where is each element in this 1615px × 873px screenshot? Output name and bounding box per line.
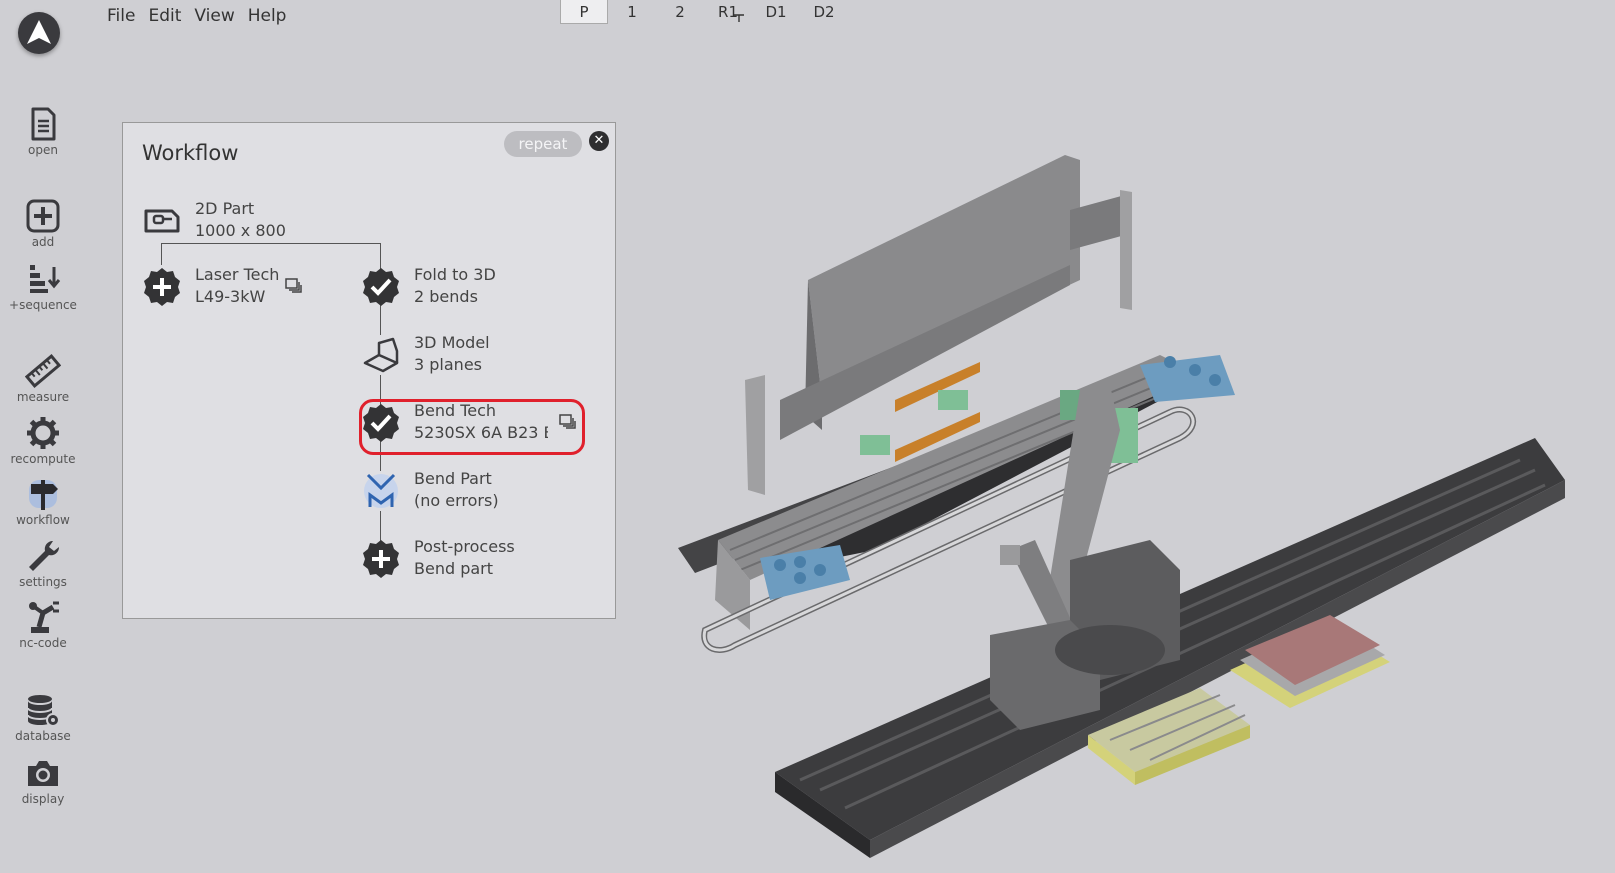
3d-viewport[interactable]: [640, 140, 1615, 873]
menu-edit[interactable]: Edit: [148, 6, 188, 26]
display-button[interactable]: display: [0, 755, 86, 806]
ruler-icon: [25, 354, 61, 388]
measure-label: measure: [16, 390, 70, 404]
copy-icon[interactable]: [285, 278, 303, 294]
close-button[interactable]: ✕: [589, 131, 609, 151]
gear-icon: [27, 417, 59, 449]
menu-file[interactable]: File: [107, 6, 142, 26]
menu-view[interactable]: View: [194, 6, 241, 26]
bend-tool-icon: [361, 471, 401, 511]
document-icon: [31, 107, 56, 141]
repeat-button[interactable]: repeat: [504, 131, 582, 157]
menu-bar: File Edit View Help: [107, 6, 299, 26]
step-title: 3D Model: [414, 333, 490, 352]
sequence-label: +sequence: [9, 298, 77, 312]
workflow-title: Workflow: [142, 141, 239, 165]
check-badge-icon: [363, 268, 399, 306]
step-detail: 1000 x 800: [195, 221, 286, 240]
database-label: database: [15, 729, 71, 743]
camera-icon: [28, 761, 58, 786]
database-button[interactable]: database: [0, 692, 86, 743]
open-button[interactable]: open: [0, 106, 86, 157]
laser-connector: [161, 243, 162, 265]
step-detail: Bend part: [414, 559, 494, 578]
step-title: Bend Part: [414, 469, 492, 488]
workflow-panel: Workflow repeat ✕ 2D Part 1000 x 800 Las…: [122, 122, 616, 619]
workflow-button[interactable]: workflow: [0, 476, 86, 527]
close-icon: ✕: [593, 133, 605, 148]
2d-part-icon: [144, 209, 180, 233]
plus-badge-icon: [363, 540, 399, 578]
add-label: add: [31, 235, 55, 249]
app-logo[interactable]: [18, 12, 60, 54]
robot-arm-icon: [29, 601, 59, 633]
view-tabs: P 1 2 R1 D1 D2: [560, 0, 848, 25]
wrench-icon: [29, 540, 60, 571]
nc-code-label: nc-code: [19, 636, 67, 650]
settings-label: settings: [19, 575, 67, 589]
plus-square-icon: [26, 199, 60, 233]
measure-button[interactable]: measure: [0, 353, 86, 404]
highlight-outline: [359, 399, 585, 455]
step-title: Laser Tech: [195, 265, 280, 284]
branch-connector: [161, 243, 381, 244]
sequence-button[interactable]: +sequence: [0, 261, 86, 312]
tab-2[interactable]: 2: [656, 0, 704, 24]
menu-help[interactable]: Help: [248, 6, 294, 26]
tab-1[interactable]: 1: [608, 0, 656, 24]
step-title: Post-process: [414, 537, 515, 556]
database-gear-icon: [27, 695, 60, 727]
sort-sequence-icon: [30, 265, 61, 293]
display-label: display: [21, 792, 65, 806]
3d-model-icon: [361, 335, 401, 375]
signpost-icon: [29, 480, 58, 510]
nc-code-button[interactable]: nc-code: [0, 599, 86, 650]
add-button[interactable]: add: [0, 198, 86, 249]
tee-marker-icon: [734, 14, 744, 22]
recompute-label: recompute: [10, 452, 76, 466]
navigation-arrow-icon: [27, 20, 51, 44]
recompute-button[interactable]: recompute: [0, 415, 86, 466]
tab-r1[interactable]: R1: [704, 0, 752, 24]
step-detail: (no errors): [414, 491, 499, 510]
tab-d1[interactable]: D1: [752, 0, 800, 24]
open-label: open: [28, 143, 58, 157]
step-detail: 2 bends: [414, 287, 478, 306]
step-title: Fold to 3D: [414, 265, 496, 284]
step-detail: 3 planes: [414, 355, 482, 374]
step-detail: L49-3kW: [195, 287, 266, 306]
workflow-label: workflow: [16, 513, 70, 527]
step-title: 2D Part: [195, 199, 255, 218]
plus-badge-icon: [144, 268, 180, 306]
tab-d2[interactable]: D2: [800, 0, 848, 24]
settings-button[interactable]: settings: [0, 538, 86, 589]
tab-p[interactable]: P: [560, 0, 608, 24]
